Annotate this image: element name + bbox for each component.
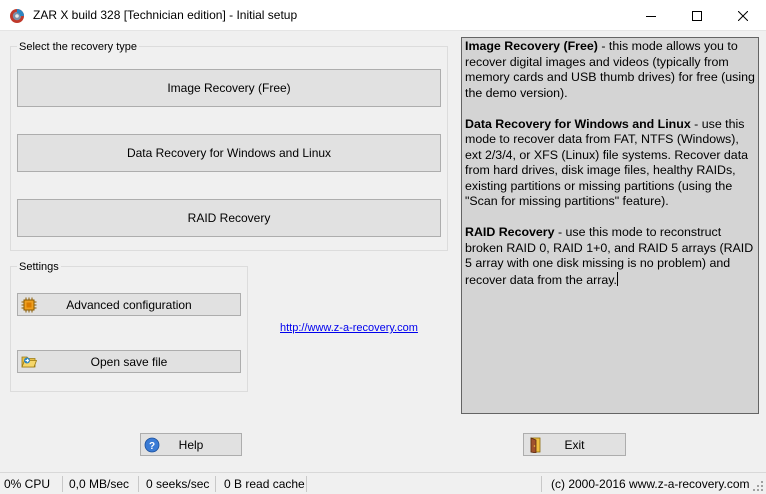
status-speed: 0,0 MB/sec xyxy=(69,477,130,491)
raid-recovery-button[interactable]: RAID Recovery xyxy=(17,199,441,237)
image-recovery-button[interactable]: Image Recovery (Free) xyxy=(17,69,441,107)
help-label: Help xyxy=(178,437,204,452)
status-copyright: (c) 2000-2016 www.z-a-recovery.com xyxy=(551,477,750,491)
title-bar[interactable]: ZAR X build 328 [Technician edition] - I… xyxy=(0,0,766,31)
status-separator xyxy=(541,476,542,492)
status-separator xyxy=(138,476,139,492)
settings-legend: Settings xyxy=(17,261,61,273)
close-button[interactable] xyxy=(720,0,766,31)
website-link[interactable]: http://www.z-a-recovery.com xyxy=(280,322,418,334)
zar-app-icon xyxy=(10,9,24,23)
status-bar: 0% CPU 0,0 MB/sec 0 seeks/sec 0 B read c… xyxy=(0,472,766,494)
settings-group xyxy=(10,266,248,392)
maximize-icon xyxy=(692,10,702,21)
advanced-configuration-label: Advanced configuration xyxy=(66,297,192,312)
recovery-type-legend: Select the recovery type xyxy=(17,41,140,53)
status-seeks: 0 seeks/sec xyxy=(146,477,210,491)
maximize-button[interactable] xyxy=(674,0,720,31)
advanced-configuration-button[interactable]: Advanced configuration xyxy=(17,293,241,316)
image-recovery-heading: Image Recovery (Free) xyxy=(465,39,598,53)
status-cache: 0 B read cache xyxy=(224,477,305,491)
description-panel[interactable]: Image Recovery (Free) - this mode allows… xyxy=(461,37,759,414)
raid-recovery-description: RAID Recovery - use this mode to reconst… xyxy=(465,225,755,288)
exit-label: Exit xyxy=(564,437,585,452)
status-separator xyxy=(215,476,216,492)
minimize-icon xyxy=(646,15,656,17)
minimize-button[interactable] xyxy=(628,0,674,31)
exit-button[interactable]: Exit xyxy=(523,433,626,456)
close-icon xyxy=(738,10,748,21)
data-recovery-description: Data Recovery for Windows and Linux - us… xyxy=(465,117,755,210)
resize-grip-icon[interactable] xyxy=(753,481,764,492)
open-save-file-button[interactable]: Open save file xyxy=(17,350,241,373)
raid-recovery-heading: RAID Recovery xyxy=(465,225,555,239)
data-recovery-heading: Data Recovery for Windows and Linux xyxy=(465,116,691,131)
data-recovery-button[interactable]: Data Recovery for Windows and Linux xyxy=(17,134,441,172)
status-cpu: 0% CPU xyxy=(4,477,51,491)
window-title: ZAR X build 328 [Technician edition] - I… xyxy=(33,8,298,22)
open-save-file-label: Open save file xyxy=(90,354,168,369)
help-button[interactable]: ? Help xyxy=(140,433,242,456)
image-recovery-description: Image Recovery (Free) - this mode allows… xyxy=(465,39,755,101)
status-separator xyxy=(62,476,63,492)
status-separator xyxy=(306,476,307,492)
text-caret xyxy=(616,271,618,286)
